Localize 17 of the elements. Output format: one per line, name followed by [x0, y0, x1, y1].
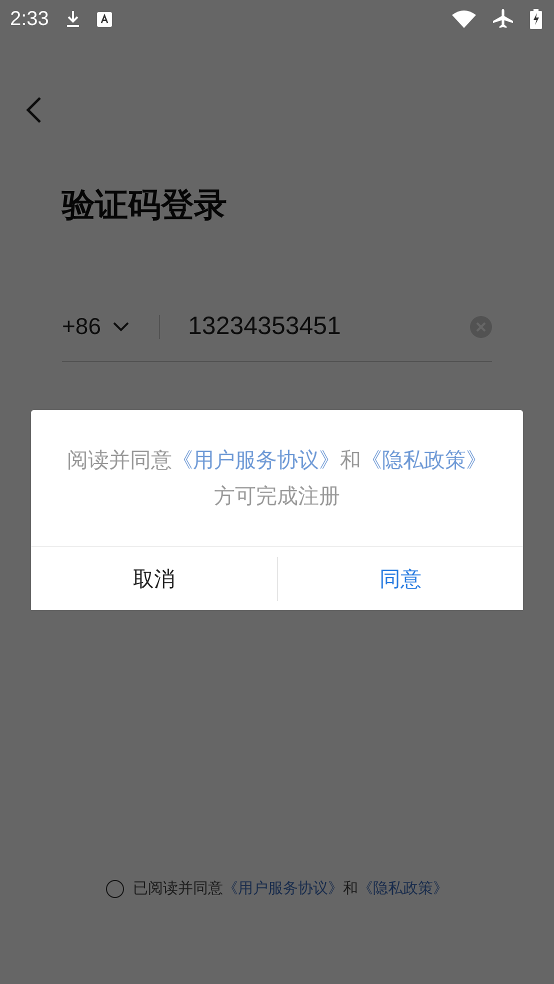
- dialog-link[interactable]: 《隐私政策》: [361, 442, 487, 478]
- battery-icon: [530, 9, 542, 29]
- phone-input-field[interactable]: 13234353451: [188, 312, 470, 341]
- keyboard-icon: [96, 12, 112, 26]
- agreement-link[interactable]: 《隐私政策》: [358, 879, 448, 897]
- agreement-text: 已阅读并同意《用户服务协议》和《隐私政策》: [133, 879, 448, 898]
- page-title: 验证码登录: [62, 184, 228, 226]
- agreement-link[interactable]: 《用户服务协议》: [223, 879, 343, 897]
- agreement-checkbox[interactable]: [106, 880, 124, 898]
- wifi-icon: [452, 10, 476, 28]
- country-code-selector[interactable]: +86: [62, 313, 130, 340]
- dialog-link[interactable]: 《用户服务协议》: [172, 442, 340, 478]
- chevron-down-icon: [113, 322, 130, 332]
- airplane-icon: [492, 9, 514, 29]
- status-time: 2:33: [10, 8, 49, 30]
- download-icon: [64, 10, 81, 28]
- back-icon[interactable]: [26, 96, 42, 124]
